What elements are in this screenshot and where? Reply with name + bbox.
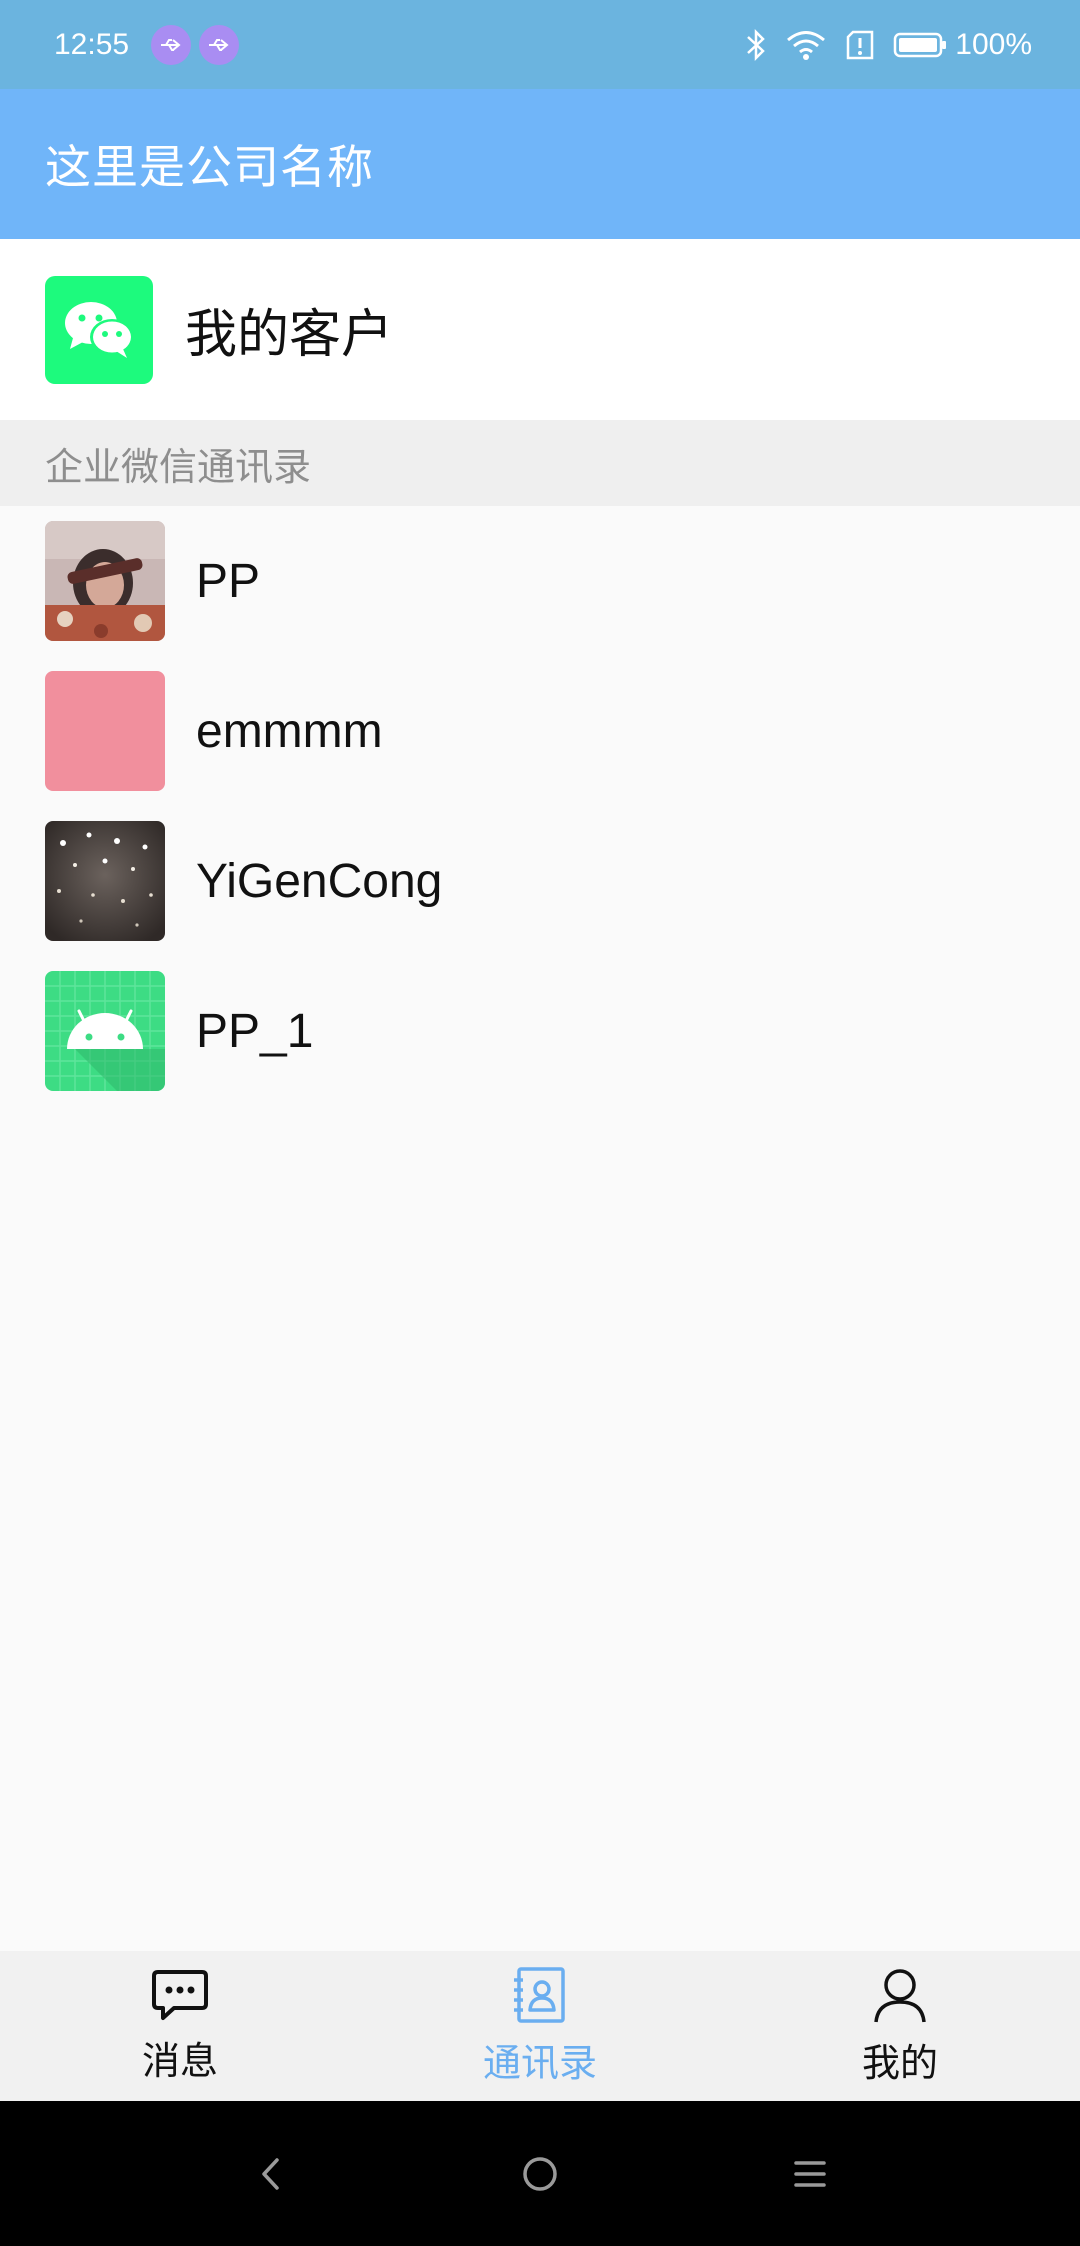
my-customers-entry[interactable]: 我的客户 xyxy=(0,239,1080,420)
app-bar: 这里是公司名称 xyxy=(0,89,1080,239)
tab-messages[interactable]: 消息 xyxy=(0,1951,360,2101)
bluetooth-icon xyxy=(745,27,767,63)
contact-list: PP emmmm YiGenCong PP_1 xyxy=(0,506,1080,1106)
contact-row[interactable]: PP_1 xyxy=(0,956,1080,1106)
battery-percentage: 100% xyxy=(955,27,1032,61)
contact-name: emmmm xyxy=(196,704,383,758)
system-nav-bar xyxy=(0,2101,1080,2246)
wechat-icon xyxy=(45,275,153,384)
my-customers-label: 我的客户 xyxy=(185,305,394,365)
app-title: 这里是公司名称 xyxy=(45,140,374,194)
android-avatar xyxy=(45,971,165,1091)
tab-contacts-label: 通讯录 xyxy=(482,2040,597,2085)
status-time: 12:55 xyxy=(54,27,130,61)
tab-messages-label: 消息 xyxy=(141,2038,218,2083)
contact-row[interactable]: PP xyxy=(0,506,1080,656)
contacts-icon xyxy=(512,1966,568,2028)
status-bar-left: 12:55 xyxy=(54,24,240,65)
usb-icon xyxy=(199,24,240,65)
screen: 12:55 100% 这里是公司名称 我的客户 企业微信通讯录 PP emmmm… xyxy=(0,0,1080,2246)
section-header: 企业微信通讯录 xyxy=(0,420,1080,506)
home-icon[interactable] xyxy=(405,2154,675,2194)
status-bar-right: 100% xyxy=(727,27,1032,63)
lights-avatar xyxy=(45,821,165,941)
recents-icon[interactable] xyxy=(675,2156,945,2192)
status-bar: 12:55 100% xyxy=(0,0,1080,89)
contact-row[interactable]: emmmm xyxy=(0,656,1080,806)
section-title: 企业微信通讯录 xyxy=(45,444,312,489)
tab-contacts[interactable]: 通讯录 xyxy=(360,1951,720,2101)
chat-icon xyxy=(150,1968,210,2026)
contact-name: PP_1 xyxy=(196,1004,314,1058)
bottom-tab-bar: 消息 通讯录 我的 xyxy=(0,1951,1080,2101)
pink-avatar xyxy=(45,671,165,791)
usb-icon xyxy=(151,24,192,65)
contact-name: YiGenCong xyxy=(196,854,443,908)
tab-me[interactable]: 我的 xyxy=(720,1951,1080,2101)
back-icon[interactable] xyxy=(135,2154,405,2194)
contact-row[interactable]: YiGenCong xyxy=(0,806,1080,956)
tab-me-label: 我的 xyxy=(861,2040,938,2085)
contact-name: PP xyxy=(196,554,261,608)
alert-icon xyxy=(845,29,875,61)
wifi-icon xyxy=(785,29,827,61)
photo-avatar xyxy=(45,521,165,641)
battery-icon xyxy=(893,31,947,59)
person-icon xyxy=(872,1966,928,2028)
